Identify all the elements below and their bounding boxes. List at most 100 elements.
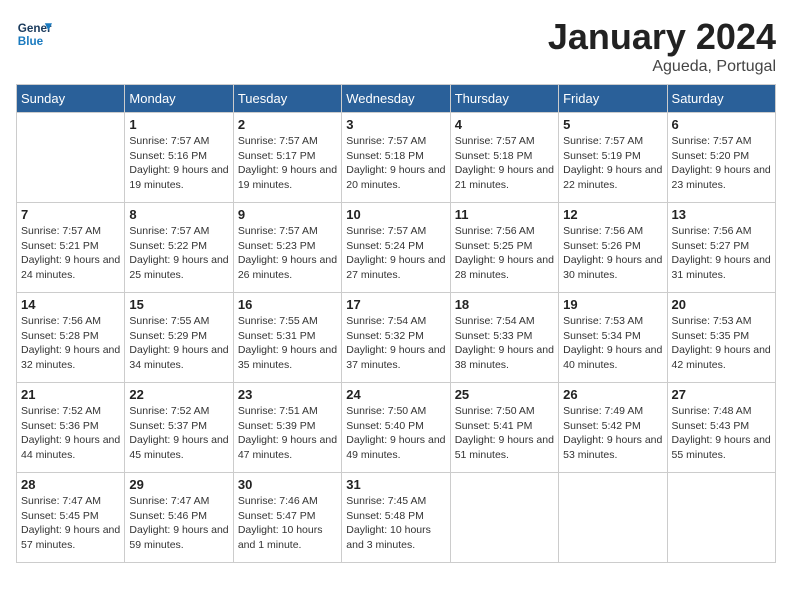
day-number: 26: [563, 387, 662, 402]
day-number: 17: [346, 297, 445, 312]
calendar-cell: 6Sunrise: 7:57 AMSunset: 5:20 PMDaylight…: [667, 113, 775, 203]
calendar-cell: 17 Sunrise: 7:54 AMSunset: 5:32 PMDayligh…: [342, 293, 450, 383]
calendar-cell: 9Sunrise: 7:57 AMSunset: 5:23 PMDaylight…: [233, 203, 341, 293]
calendar-cell: 5 Sunrise: 7:57 AMSunset: 5:19 PMDaylight…: [559, 113, 667, 203]
day-number: 14: [21, 297, 120, 312]
day-info: Sunrise: 7:50 AMSunset: 5:41 PMDaylight:…: [455, 404, 554, 463]
day-number: 12: [563, 207, 662, 222]
day-number: 8: [129, 207, 228, 222]
day-number: 3: [346, 117, 445, 132]
day-number: 25: [455, 387, 554, 402]
day-info: Sunrise: 7:46 AMSunset: 5:47 PMDaylight:…: [238, 494, 337, 553]
month-title: January 2024: [548, 16, 776, 58]
calendar-week-row: 28 Sunrise: 7:47 AMSunset: 5:45 PMDayligh…: [17, 473, 776, 563]
calendar-cell: 19 Sunrise: 7:53 AMSunset: 5:34 PMDayligh…: [559, 293, 667, 383]
calendar-week-row: 14 Sunrise: 7:56 AMSunset: 5:28 PMDayligh…: [17, 293, 776, 383]
day-info: Sunrise: 7:48 AMSunset: 5:43 PMDaylight:…: [672, 404, 771, 463]
calendar-week-row: 1 Sunrise: 7:57 AMSunset: 5:16 PMDaylight…: [17, 113, 776, 203]
calendar-cell: 30Sunrise: 7:46 AMSunset: 5:47 PMDayligh…: [233, 473, 341, 563]
day-info: Sunrise: 7:56 AMSunset: 5:26 PMDaylight:…: [563, 224, 662, 283]
calendar-cell: [17, 113, 125, 203]
calendar-week-row: 7Sunrise: 7:57 AMSunset: 5:21 PMDaylight…: [17, 203, 776, 293]
calendar-cell: [559, 473, 667, 563]
day-number: 16: [238, 297, 337, 312]
day-info: Sunrise: 7:49 AMSunset: 5:42 PMDaylight:…: [563, 404, 662, 463]
day-info: Sunrise: 7:55 AMSunset: 5:31 PMDaylight:…: [238, 314, 337, 373]
day-number: 15: [129, 297, 228, 312]
day-number: 20: [672, 297, 771, 312]
day-info: Sunrise: 7:56 AMSunset: 5:27 PMDaylight:…: [672, 224, 771, 283]
day-info: Sunrise: 7:47 AMSunset: 5:46 PMDaylight:…: [129, 494, 228, 553]
calendar-cell: [450, 473, 558, 563]
day-info: Sunrise: 7:56 AMSunset: 5:28 PMDaylight:…: [21, 314, 120, 373]
location: Agueda, Portugal: [548, 58, 776, 76]
calendar-cell: 22Sunrise: 7:52 AMSunset: 5:37 PMDayligh…: [125, 383, 233, 473]
calendar-cell: 16 Sunrise: 7:55 AMSunset: 5:31 PMDayligh…: [233, 293, 341, 383]
calendar-cell: 25 Sunrise: 7:50 AMSunset: 5:41 PMDayligh…: [450, 383, 558, 473]
calendar-cell: 20Sunrise: 7:53 AMSunset: 5:35 PMDayligh…: [667, 293, 775, 383]
day-info: Sunrise: 7:50 AMSunset: 5:40 PMDaylight:…: [346, 404, 445, 463]
day-info: Sunrise: 7:56 AMSunset: 5:25 PMDaylight:…: [455, 224, 554, 283]
day-info: Sunrise: 7:57 AMSunset: 5:18 PMDaylight:…: [455, 134, 554, 193]
day-number: 29: [129, 477, 228, 492]
calendar-cell: 23 Sunrise: 7:51 AMSunset: 5:39 PMDayligh…: [233, 383, 341, 473]
day-number: 10: [346, 207, 445, 222]
logo-icon: General Blue: [16, 16, 52, 52]
day-info: Sunrise: 7:47 AMSunset: 5:45 PMDaylight:…: [21, 494, 120, 553]
day-info: Sunrise: 7:57 AMSunset: 5:16 PMDaylight:…: [129, 134, 228, 193]
col-monday: Monday: [125, 85, 233, 113]
day-number: 27: [672, 387, 771, 402]
calendar-cell: 14 Sunrise: 7:56 AMSunset: 5:28 PMDayligh…: [17, 293, 125, 383]
calendar-cell: 13 Sunrise: 7:56 AMSunset: 5:27 PMDayligh…: [667, 203, 775, 293]
column-header-row: Sunday Monday Tuesday Wednesday Thursday…: [17, 85, 776, 113]
calendar-cell: 8 Sunrise: 7:57 AMSunset: 5:22 PMDaylight…: [125, 203, 233, 293]
day-number: 1: [129, 117, 228, 132]
calendar-cell: 24 Sunrise: 7:50 AMSunset: 5:40 PMDayligh…: [342, 383, 450, 473]
day-number: 23: [238, 387, 337, 402]
col-sunday: Sunday: [17, 85, 125, 113]
day-info: Sunrise: 7:57 AMSunset: 5:17 PMDaylight:…: [238, 134, 337, 193]
day-number: 22: [129, 387, 228, 402]
calendar-cell: 11 Sunrise: 7:56 AMSunset: 5:25 PMDayligh…: [450, 203, 558, 293]
page-header: General Blue January 2024 Agueda, Portug…: [16, 16, 776, 76]
day-info: Sunrise: 7:57 AMSunset: 5:23 PMDaylight:…: [238, 224, 337, 283]
title-block: January 2024 Agueda, Portugal: [548, 16, 776, 76]
calendar-cell: 28 Sunrise: 7:47 AMSunset: 5:45 PMDayligh…: [17, 473, 125, 563]
calendar-cell: 29 Sunrise: 7:47 AMSunset: 5:46 PMDayligh…: [125, 473, 233, 563]
day-number: 24: [346, 387, 445, 402]
day-info: Sunrise: 7:57 AMSunset: 5:24 PMDaylight:…: [346, 224, 445, 283]
calendar-table: Sunday Monday Tuesday Wednesday Thursday…: [16, 84, 776, 563]
calendar-cell: 7Sunrise: 7:57 AMSunset: 5:21 PMDaylight…: [17, 203, 125, 293]
day-info: Sunrise: 7:57 AMSunset: 5:21 PMDaylight:…: [21, 224, 120, 283]
day-number: 21: [21, 387, 120, 402]
day-info: Sunrise: 7:54 AMSunset: 5:32 PMDaylight:…: [346, 314, 445, 373]
col-tuesday: Tuesday: [233, 85, 341, 113]
calendar-cell: [667, 473, 775, 563]
day-number: 28: [21, 477, 120, 492]
day-info: Sunrise: 7:57 AMSunset: 5:22 PMDaylight:…: [129, 224, 228, 283]
day-info: Sunrise: 7:57 AMSunset: 5:19 PMDaylight:…: [563, 134, 662, 193]
col-saturday: Saturday: [667, 85, 775, 113]
calendar-cell: 21Sunrise: 7:52 AMSunset: 5:36 PMDayligh…: [17, 383, 125, 473]
day-info: Sunrise: 7:54 AMSunset: 5:33 PMDaylight:…: [455, 314, 554, 373]
day-info: Sunrise: 7:45 AMSunset: 5:48 PMDaylight:…: [346, 494, 445, 553]
logo: General Blue: [16, 16, 52, 52]
day-info: Sunrise: 7:53 AMSunset: 5:34 PMDaylight:…: [563, 314, 662, 373]
day-number: 13: [672, 207, 771, 222]
calendar-cell: 4Sunrise: 7:57 AMSunset: 5:18 PMDaylight…: [450, 113, 558, 203]
col-friday: Friday: [559, 85, 667, 113]
day-info: Sunrise: 7:51 AMSunset: 5:39 PMDaylight:…: [238, 404, 337, 463]
calendar-cell: 12 Sunrise: 7:56 AMSunset: 5:26 PMDayligh…: [559, 203, 667, 293]
day-number: 5: [563, 117, 662, 132]
day-number: 11: [455, 207, 554, 222]
calendar-cell: 27 Sunrise: 7:48 AMSunset: 5:43 PMDayligh…: [667, 383, 775, 473]
calendar-cell: 3 Sunrise: 7:57 AMSunset: 5:18 PMDaylight…: [342, 113, 450, 203]
calendar-cell: 26 Sunrise: 7:49 AMSunset: 5:42 PMDayligh…: [559, 383, 667, 473]
day-info: Sunrise: 7:57 AMSunset: 5:18 PMDaylight:…: [346, 134, 445, 193]
day-number: 19: [563, 297, 662, 312]
calendar-cell: 2 Sunrise: 7:57 AMSunset: 5:17 PMDaylight…: [233, 113, 341, 203]
svg-text:Blue: Blue: [18, 35, 44, 48]
day-number: 2: [238, 117, 337, 132]
col-wednesday: Wednesday: [342, 85, 450, 113]
calendar-week-row: 21Sunrise: 7:52 AMSunset: 5:36 PMDayligh…: [17, 383, 776, 473]
